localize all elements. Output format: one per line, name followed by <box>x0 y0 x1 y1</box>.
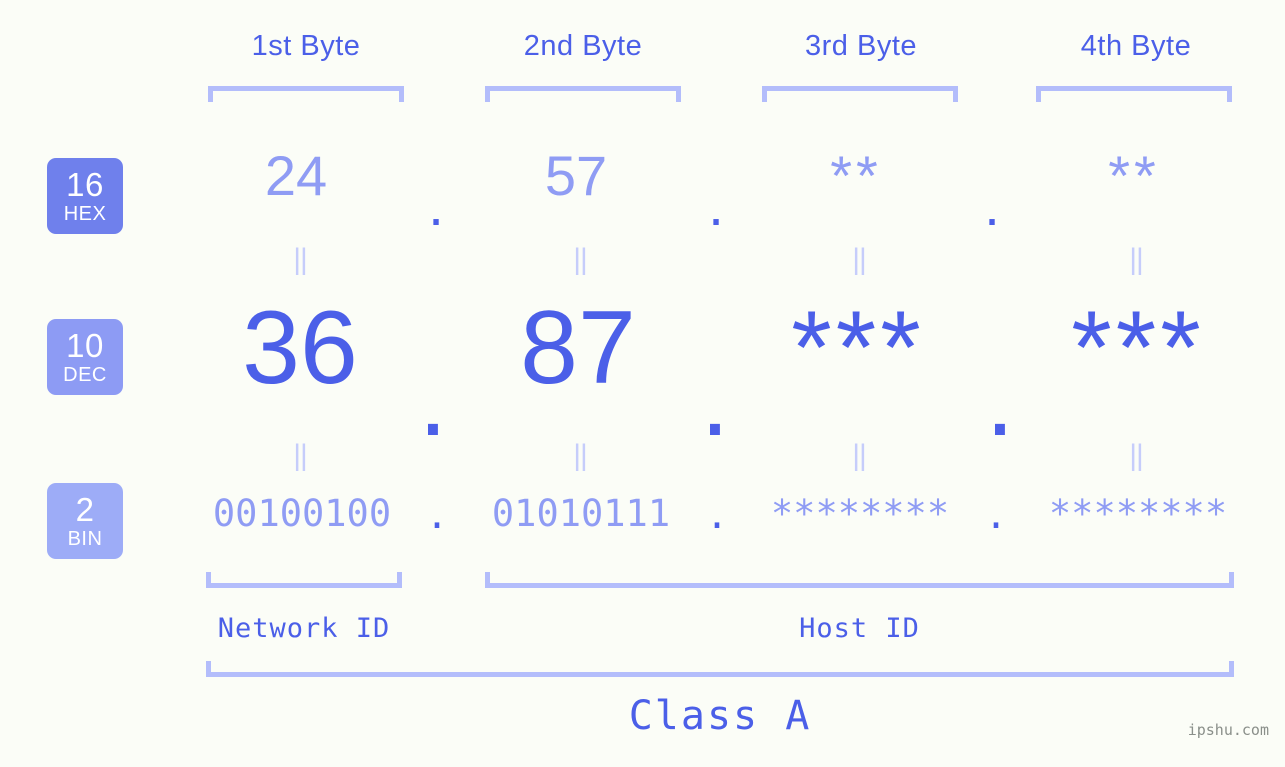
byte-header-2: 2nd Byte <box>523 30 643 62</box>
byte-header-4: 4th Byte <box>1080 30 1192 62</box>
byte-bracket-2 <box>485 86 681 102</box>
equals-connector-4: || <box>1129 243 1144 276</box>
network-id-bracket <box>206 572 402 588</box>
host-id-label: Host ID <box>799 613 920 644</box>
bin-separator-2: . <box>705 494 729 537</box>
bin-separator-1: . <box>425 494 449 537</box>
bin-octet-3: ******** <box>770 492 950 535</box>
base-badge-hex: 16 HEX <box>47 158 123 234</box>
base-badge-dec-number: 10 <box>66 327 104 364</box>
hex-separator-3: . <box>984 174 1000 237</box>
site-watermark: ipshu.com <box>1187 721 1269 739</box>
byte-bracket-3 <box>762 86 958 102</box>
byte-bracket-1 <box>208 86 404 102</box>
equals-connector-5: || <box>293 439 308 472</box>
base-badge-hex-number: 16 <box>66 166 104 203</box>
equals-connector-6: || <box>573 439 588 472</box>
dec-separator-1: . <box>418 342 448 458</box>
bin-separator-3: . <box>984 494 1008 537</box>
base-badge-bin-number: 2 <box>75 491 95 528</box>
bin-octet-2: 01010111 <box>491 492 671 535</box>
equals-connector-7: || <box>852 439 867 472</box>
equals-connector-8: || <box>1129 439 1144 472</box>
ip-address-breakdown-diagram: 1st Byte 2nd Byte 3rd Byte 4th Byte 16 H… <box>0 0 1285 767</box>
base-badge-dec: 10 DEC <box>47 319 123 395</box>
hex-octet-3: ** <box>830 144 882 207</box>
base-badge-hex-name: HEX <box>63 203 107 225</box>
dec-separator-3: . <box>985 342 1015 458</box>
base-badge-bin: 2 BIN <box>47 483 123 559</box>
hex-separator-1: . <box>428 174 444 237</box>
class-bracket <box>206 661 1234 677</box>
network-id-label: Network ID <box>217 613 391 644</box>
hex-octet-1: 24 <box>264 144 328 207</box>
byte-bracket-4 <box>1036 86 1232 102</box>
host-id-bracket <box>485 572 1234 588</box>
byte-header-3: 3rd Byte <box>805 30 917 62</box>
bin-octet-1: 00100100 <box>212 492 392 535</box>
equals-connector-1: || <box>293 243 308 276</box>
hex-octet-4: ** <box>1108 144 1160 207</box>
class-label: Class A <box>628 693 812 739</box>
dec-octet-3: *** <box>791 290 925 406</box>
base-badge-bin-name: BIN <box>67 528 103 550</box>
hex-octet-2: 57 <box>544 144 608 207</box>
dec-octet-2: 87 <box>520 290 636 406</box>
dec-octet-1: 36 <box>242 290 358 406</box>
byte-header-1: 1st Byte <box>251 30 361 62</box>
bin-octet-4: ******** <box>1048 492 1228 535</box>
equals-connector-2: || <box>573 243 588 276</box>
dec-octet-4: *** <box>1071 290 1205 406</box>
equals-connector-3: || <box>852 243 867 276</box>
hex-separator-2: . <box>708 174 724 237</box>
base-badge-dec-name: DEC <box>63 364 107 386</box>
dec-separator-2: . <box>700 342 730 458</box>
